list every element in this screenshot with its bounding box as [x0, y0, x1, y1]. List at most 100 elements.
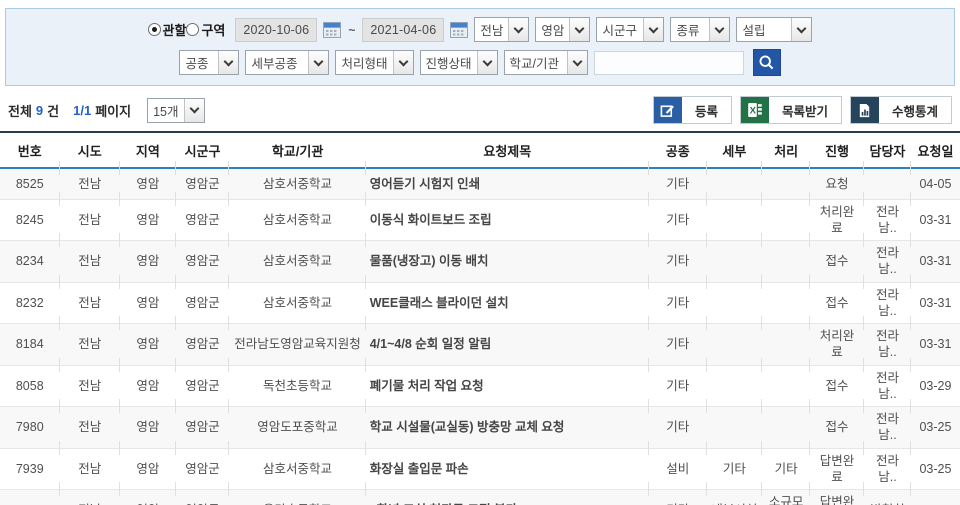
register-label: 등록: [682, 97, 731, 123]
select-kind[interactable]: 종류: [670, 17, 730, 42]
keyword-input[interactable]: [594, 51, 744, 75]
select-establishment-value: 설립: [737, 18, 791, 41]
calendar-icon[interactable]: [450, 21, 468, 38]
table-cell: 기타: [649, 407, 707, 449]
select-province[interactable]: 전남: [474, 17, 529, 42]
page-label: 페이지: [95, 101, 131, 120]
table-row[interactable]: 8232전남영암영암군삼호서중학교WEE클래스 블라이던 설치기타접수전라남..…: [0, 282, 960, 324]
excel-icon: X: [741, 97, 769, 123]
select-process-type[interactable]: 처리형태: [335, 50, 413, 75]
chevron-down-icon: [508, 18, 528, 41]
table-cell: 내부시설: [707, 490, 763, 505]
table-cell: 03-31: [911, 241, 960, 283]
table-cell: 영암군: [176, 407, 230, 449]
table-cell: 삼호서중학교: [229, 448, 365, 490]
select-work-type[interactable]: 공종: [179, 50, 239, 75]
table-cell: 전남: [60, 199, 120, 241]
stats-button[interactable]: 수행통계: [850, 96, 952, 124]
table-cell: [707, 199, 763, 241]
table-cell: 용당초등학교: [229, 490, 365, 505]
table-cell: 접수: [810, 282, 864, 324]
table-cell: [707, 407, 763, 449]
radio-zone[interactable]: 구역: [186, 20, 225, 39]
stats-label: 수행통계: [879, 97, 951, 123]
chevron-down-icon: [393, 51, 413, 74]
radio-jurisdiction[interactable]: 관할: [148, 20, 187, 39]
table-cell: [707, 168, 763, 199]
select-kind-value: 종류: [671, 18, 709, 41]
date-from-input[interactable]: 2020-10-06: [235, 18, 317, 42]
select-work-subtype-value: 세부공종: [246, 51, 308, 74]
table-row[interactable]: 7980전남영암영암군영암도포중학교학교 시설물(교실동) 방충망 교체 요청기…: [0, 407, 960, 449]
table-cell: 8232: [0, 282, 60, 324]
select-school-org[interactable]: 학교/기관: [504, 50, 588, 75]
table-cell: 03-25: [911, 407, 960, 449]
column-header: 지역: [120, 132, 176, 168]
table-cell: [707, 324, 763, 366]
table-cell: [762, 199, 810, 241]
table-cell: [762, 241, 810, 283]
column-header: 요청일: [911, 132, 960, 168]
table-cell: 8058: [0, 365, 60, 407]
table-row[interactable]: 7796전남영암영암군용당초등학교6학년 교실 현관문 고정 불가기타내부시설소…: [0, 490, 960, 505]
table-cell: 03-25: [911, 448, 960, 490]
table-cell: 전남: [60, 324, 120, 366]
table-cell: 삼호서중학교: [229, 241, 365, 283]
register-button[interactable]: 등록: [653, 96, 732, 124]
table-cell: 전남: [60, 282, 120, 324]
select-district-value: 시군구: [597, 18, 643, 41]
select-district[interactable]: 시군구: [596, 17, 664, 42]
radio-circle-checked[interactable]: [148, 23, 161, 36]
filter-row-2: 공종 세부공종 처리형태 진행상태 학교/기관: [179, 49, 780, 76]
chevron-down-icon: [791, 18, 811, 41]
calendar-icon[interactable]: [323, 21, 341, 38]
table-header: 번호시도지역시군구학교/기관요청제목공종세부처리진행담당자요청일: [0, 132, 960, 168]
radio-zone-label: 구역: [201, 20, 225, 39]
date-range-tilde: ~: [347, 23, 356, 37]
table-cell: 전남: [60, 490, 120, 505]
select-establishment[interactable]: 설립: [736, 17, 812, 42]
date-to-input[interactable]: 2021-04-06: [362, 18, 444, 42]
table-cell: 요청: [810, 168, 864, 199]
table-cell: 물품(냉장고) 이동 배치: [366, 241, 649, 283]
table-cell: 기타: [649, 199, 707, 241]
table-cell: 03-31: [911, 199, 960, 241]
table-cell: 처리완료: [810, 199, 864, 241]
column-header: 공종: [649, 132, 707, 168]
table-cell: 6학년 교실 현관문 고정 불가: [366, 490, 649, 505]
table-row[interactable]: 8058전남영암영암군독천초등학교폐기물 처리 작업 요청기타접수전라남..03…: [0, 365, 960, 407]
table-cell: [762, 324, 810, 366]
table-row[interactable]: 8234전남영암영암군삼호서중학교물품(냉장고) 이동 배치기타접수전라남..0…: [0, 241, 960, 283]
select-progress-status[interactable]: 진행상태: [420, 50, 498, 75]
table-cell: 영암: [120, 448, 176, 490]
chevron-down-icon: [308, 51, 328, 74]
table-cell: 접수: [810, 407, 864, 449]
table-cell: 전라남..: [864, 241, 911, 283]
table-row[interactable]: 8184전남영암영암군전라남도영암교육지원청4/1~4/8 순회 일정 알림기타…: [0, 324, 960, 366]
table-cell: 기타: [762, 448, 810, 490]
page-current: 1/1: [73, 103, 91, 118]
table-cell: 전남: [60, 365, 120, 407]
table-cell: [707, 282, 763, 324]
column-header: 학교/기관: [229, 132, 365, 168]
table-cell: 전남: [60, 448, 120, 490]
page-size-select[interactable]: 15개: [147, 98, 204, 123]
table-cell: 영암: [120, 490, 176, 505]
table-cell: 접수: [810, 365, 864, 407]
table-row[interactable]: 8525전남영암영암군삼호서중학교영어듣기 시험지 인쇄기타요청04-05: [0, 168, 960, 199]
table-cell: 영암: [120, 365, 176, 407]
select-region[interactable]: 영암: [535, 17, 590, 42]
search-button[interactable]: [753, 49, 781, 76]
table-cell: 03-29: [911, 365, 960, 407]
select-school-org-value: 학교/기관: [505, 51, 567, 74]
table-header-row: 번호시도지역시군구학교/기관요청제목공종세부처리진행담당자요청일: [0, 132, 960, 168]
result-summary: 전체9건 1/1페이지: [8, 101, 131, 120]
table-row[interactable]: 8245전남영암영암군삼호서중학교이동식 화이트보드 조립기타처리완료전라남..…: [0, 199, 960, 241]
table-row[interactable]: 7939전남영암영암군삼호서중학교화장실 출입문 파손설비기타기타답변완료전라남…: [0, 448, 960, 490]
radio-circle-unchecked[interactable]: [186, 23, 199, 36]
table-cell: 전라남..: [864, 448, 911, 490]
table-cell: 전남: [60, 241, 120, 283]
select-work-subtype[interactable]: 세부공종: [245, 50, 329, 75]
scope-radio-group: 관할 구역: [148, 20, 226, 39]
download-list-button[interactable]: X 목록받기: [740, 96, 842, 124]
